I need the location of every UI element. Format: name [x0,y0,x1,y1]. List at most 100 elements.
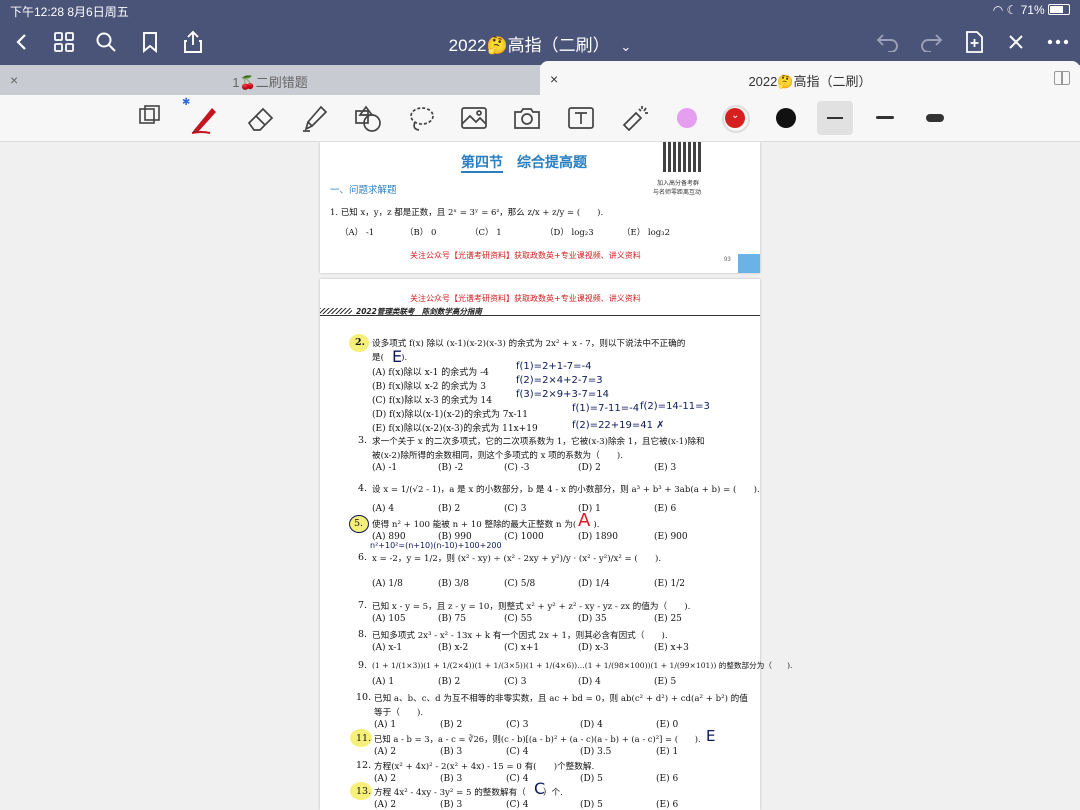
q11-option-b: (B) 3 [440,747,463,757]
question-13-number: 13. [356,786,372,797]
add-page-icon[interactable] [960,28,988,56]
q12-option-c: (C) 4 [506,774,529,784]
q7-option-a: (A) 105 [372,614,406,624]
camera-icon[interactable] [512,103,542,133]
qr-caption-1: 加入高分备考群 [657,180,700,187]
battery-icon [1048,4,1070,15]
laser-pointer-icon[interactable] [620,103,650,133]
top-navigation-bar: 2022🤔高指（二刷） ⌄ [0,20,1080,65]
question-8-number: 8. [358,629,368,640]
document-title-text: 2022🤔高指（二刷） [448,36,610,55]
q12-option-b: (B) 3 [440,774,463,784]
q13-option-d: (D) 5 [580,800,603,810]
q8-option-a: (A) x-1 [372,643,403,653]
q8-option-d: (D) x-3 [578,643,609,653]
chevron-down-icon: ⌄ [620,39,632,54]
page-footer-ad: 关注公众号【光谱考研资料】获取政数英+专业课视频、讲义资料 [410,251,641,260]
question-2-number: 2. [355,337,365,348]
q3-option-c: (C) -3 [504,463,530,473]
q11-option-d: (D) 3.5 [580,747,612,757]
q8-option-e: (E) x+3 [654,643,689,653]
lasso-text-icon[interactable] [136,103,166,133]
question-11-text: 已知 a - b = 3，a - c = ∛26，则(c - b)[(a - b… [374,734,701,744]
question-12-text: 方程(x² + 4x)² - 2(x² + 4x) - 15 = 0 有( )个… [374,762,595,772]
q8-option-b: (B) x-2 [438,643,469,653]
q11-option-c: (C) 4 [506,747,529,757]
q7-option-e: (E) 25 [654,614,682,624]
question-10-text-2: 等于（ ). [374,708,424,718]
q13-option-e: (E) 6 [656,800,679,810]
tab-bar: × 1🍒二刷错题 × 2022🤔高指（二刷） [0,61,1080,95]
image-icon[interactable] [459,103,489,133]
stroke-thick-option[interactable] [920,103,950,133]
redo-icon[interactable] [917,28,945,56]
shapes-icon[interactable] [352,103,382,133]
tab-label: 2022🤔高指（二刷） [748,74,872,89]
q2-option-c: (C) f(x)除以 x-3 的余式为 14 [372,396,492,406]
document-canvas[interactable]: 第四节 综合提高题 加入高分备考群 与名师零距离互动 一、问题求解题 1. 已知… [0,142,1080,810]
q4-option-c: (C) 3 [504,504,527,514]
q13-option-a: (A) 2 [374,800,397,810]
question-4-number: 4. [358,483,368,494]
question-12-number: 12. [356,760,372,771]
bluetooth-icon: ✱ [182,97,191,108]
q7-option-d: (D) 35 [578,614,607,624]
eraser-icon[interactable] [245,103,275,133]
section-title: 第四节 综合提高题 [461,155,587,171]
q4-option-a: (A) 4 [372,504,395,514]
handwritten-q2-b: f(2)=2×4+2-7=3 [516,375,603,386]
page-number: 93 [724,257,731,263]
question-2-text: 设多项式 f(x) 除以 (x-1)(x-2)(x-3) 的余式为 2x² + … [372,339,686,349]
handwritten-q2-a: f(1)=2+1-7=-4 [516,361,592,372]
lasso-icon[interactable] [406,103,436,133]
question-6-number: 6. [358,552,368,563]
stroke-medium-option[interactable] [870,103,900,133]
highlighter-icon[interactable] [298,103,328,133]
q9-option-d: (D) 4 [578,677,601,687]
q10-option-a: (A) 1 [374,720,397,730]
q10-option-c: (C) 3 [506,720,529,730]
question-11-number: 11. [356,733,372,744]
header-rule [320,315,760,316]
handwritten-q2-d2: f(2)=14-11=3 [640,401,710,412]
q4-option-e: (E) 6 [654,504,677,514]
q3-option-d: (D) 2 [578,463,601,473]
header-hatch [320,308,352,314]
tab-label: 1🍒二刷错题 [232,75,308,90]
color-pink-swatch[interactable] [672,103,702,133]
stroke-thin-option[interactable] [817,101,853,135]
color-red-swatch[interactable]: ⌄ [720,103,750,133]
q1-option-b: （B） 0 [405,228,437,238]
qr-code [663,142,703,172]
split-view-icon[interactable] [1054,71,1070,85]
question-8-text: 已知多项式 2x³ - x² - 13x + k 有一个因式 2x + 1，则其… [372,631,668,641]
question-5-number: 5. [354,518,364,529]
color-black-swatch[interactable] [771,103,801,133]
handwritten-q5-work: n²+10²=(n+10)(n-10)+100+200 [370,541,502,550]
text-tool-icon[interactable] [566,103,596,133]
status-time-date: 下午12:28 8月6日周五 [10,5,129,19]
drawing-toolbar: ✱ ⌄ [0,95,1080,142]
question-3-number: 3. [358,435,368,446]
page-header-ad: 关注公众号【光谱考研资料】获取政数英+专业课视频、讲义资料 [410,294,641,303]
q2-option-e: (E) f(x)除以(x-2)(x-3)的余式为 11x+19 [372,424,538,434]
more-options-icon[interactable] [1044,28,1072,56]
handwritten-q11-answer: E [706,727,716,745]
q2-option-d: (D) f(x)除以(x-1)(x-2)的余式为 7x-11 [372,410,528,420]
wifi-icon: ◠ [992,3,1004,17]
question-1: 1. 已知 x，y，z 都是正数，且 2ˣ = 3ʸ = 6ᶻ，那么 z/x +… [330,208,604,218]
question-9-text: (1 + 1/(1×3))(1 + 1/(2×4))(1 + 1/(3×5))(… [372,661,793,670]
close-icon[interactable] [1002,28,1030,56]
q6-option-a: (A) 1/8 [372,579,403,589]
q10-option-e: (E) 0 [656,720,679,730]
tab-error-notes[interactable]: × 1🍒二刷错题 [0,65,540,95]
tab-gaozhi[interactable]: × 2022🤔高指（二刷） [540,61,1080,95]
question-9-number: 9. [358,660,368,671]
pen-icon[interactable]: ✱ [182,97,218,134]
q3-option-a: (A) -1 [372,463,398,473]
q2-option-a: (A) f(x)除以 x-1 的余式为 -4 [372,368,489,378]
undo-icon[interactable] [874,28,902,56]
q7-option-c: (C) 55 [504,614,533,624]
qr-caption-2: 与名师零距离互动 [653,189,702,196]
question-10-text: 已知 a、b、c、d 为互不相等的非零实数，且 ac + bd = 0，则 ab… [374,694,748,704]
